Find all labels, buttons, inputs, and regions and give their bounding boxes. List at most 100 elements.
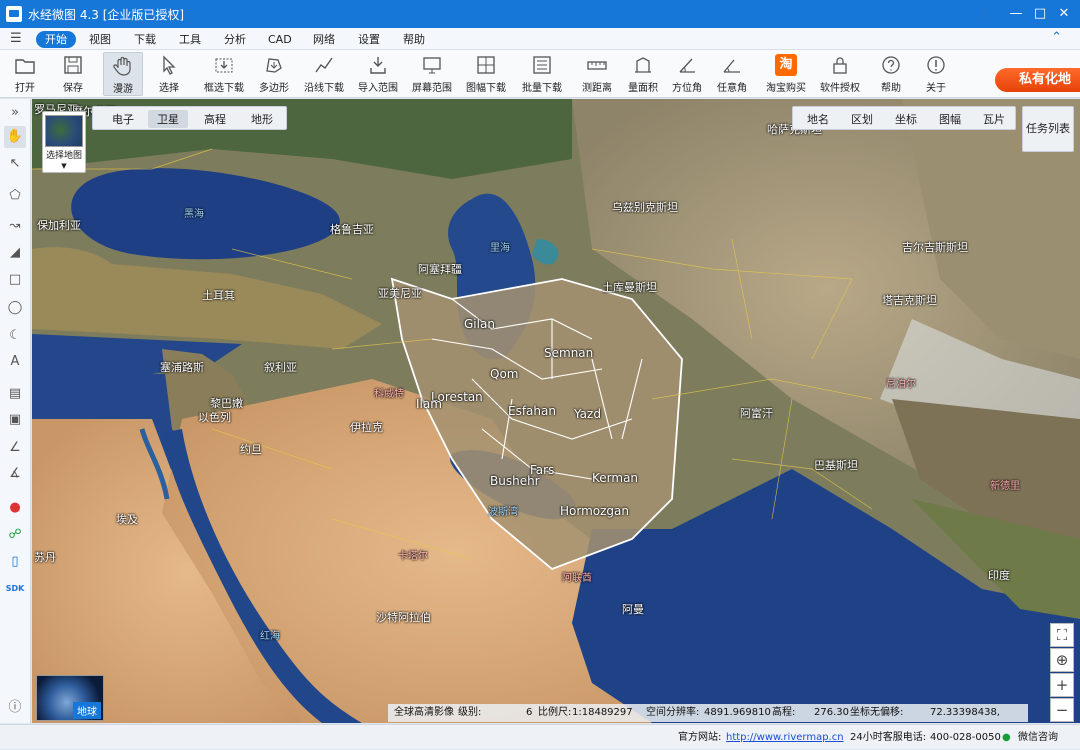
screen-range-button[interactable]: 屏幕范围 <box>410 52 454 96</box>
ruler-tool-icon[interactable]: ▤ <box>4 383 26 405</box>
import-range-button[interactable]: 导入范围 <box>356 52 400 96</box>
area-icon <box>632 54 654 76</box>
overlay-division[interactable]: 区划 <box>851 111 873 127</box>
circle-tool-icon[interactable]: ◯ <box>4 297 26 319</box>
angle-tool-icon[interactable]: ∡ <box>4 463 26 485</box>
maximize-button[interactable]: □ <box>1028 4 1052 24</box>
minimize-button[interactable]: — <box>1004 4 1028 24</box>
maptype-terrain[interactable]: 地形 <box>242 110 282 128</box>
chevron-down-icon: ▼ <box>61 162 67 170</box>
map-label-countries: 塔吉克斯坦 <box>882 294 937 307</box>
map-label-provinces: Kerman <box>592 471 639 485</box>
select-button[interactable]: 选择 <box>155 52 183 96</box>
pan-tool-icon[interactable]: ✋ <box>4 126 26 148</box>
overlay-tile[interactable]: 瓦片 <box>983 111 1005 127</box>
collapse-ribbon-icon[interactable]: ⌃ <box>1051 30 1062 45</box>
measure-area-button[interactable]: 量面积 <box>626 52 660 96</box>
overlay-sheet[interactable]: 图幅 <box>939 111 961 127</box>
floppy-icon <box>62 54 84 76</box>
map-label-countries: 沙特阿拉伯 <box>376 611 431 624</box>
brand-icon[interactable]: ● <box>4 497 26 519</box>
menu-network[interactable]: 网络 <box>304 31 344 48</box>
ribbon-toolbar: 打开 保存 漫游 选择 框选下载 多边形 沿线下载 导入范围 屏幕范围 图幅下载… <box>0 50 1080 98</box>
map-label-countries: 阿塞拜疆 <box>418 263 462 276</box>
batch-icon <box>531 54 553 76</box>
phone-icon[interactable]: ▯ <box>4 551 26 573</box>
user-icon[interactable]: 👤 <box>974 4 998 24</box>
taobao-buy-button[interactable]: 淘 淘宝购买 <box>764 52 808 96</box>
zoom-out-button[interactable]: − <box>1050 698 1074 722</box>
license-button[interactable]: 软件授权 <box>818 52 862 96</box>
map-label-countries: 阿联酋 <box>562 573 592 584</box>
close-button[interactable]: ✕ <box>1052 4 1076 24</box>
map-label-provinces: Ilam <box>416 397 442 411</box>
maptype-vector[interactable]: 电子 <box>103 110 143 128</box>
menu-bar: ☰ 开始 视图 下载 工具 分析 CAD 网络 设置 帮助 ⌃ <box>0 28 1080 50</box>
map-view[interactable]: 罗马尼亚摩尔多瓦乌克兰哈萨克斯坦保加利亚格鲁吉亚阿塞拜疆亚美尼亚土耳其土库曼斯坦… <box>32 99 1080 723</box>
about-button[interactable]: 关于 <box>921 52 951 96</box>
azimuth-tool-icon[interactable]: ∠ <box>4 437 26 459</box>
globe-view-button[interactable]: 地球 <box>36 675 104 721</box>
select-map-thumbnail[interactable]: 选择地图 ▼ <box>42 111 86 173</box>
fullscreen-icon[interactable]: ⛶ <box>1050 623 1074 647</box>
save-button[interactable]: 保存 <box>57 52 89 96</box>
sheet-download-button[interactable]: 图幅下载 <box>464 52 508 96</box>
website-link[interactable]: http://www.rivermap.cn <box>726 732 844 743</box>
map-label-seas: 里海 <box>490 243 510 254</box>
wechat-icon: ● <box>1002 732 1011 743</box>
menu-help[interactable]: 帮助 <box>394 31 434 48</box>
map-label-countries: 约旦 <box>240 443 262 456</box>
line-download-button[interactable]: 沿线下载 <box>302 52 346 96</box>
menu-cad[interactable]: CAD <box>259 31 301 48</box>
menu-analysis[interactable]: 分析 <box>215 31 255 48</box>
polyline-icon <box>313 54 335 76</box>
map-label-countries: 印度 <box>988 569 1010 582</box>
polygon-button[interactable]: 多边形 <box>257 52 291 96</box>
area-tool-icon[interactable]: ◢ <box>4 242 26 264</box>
menu-view[interactable]: 视图 <box>80 31 120 48</box>
open-button[interactable]: 打开 <box>10 52 40 96</box>
menu-download[interactable]: 下载 <box>125 31 165 48</box>
overlay-placename[interactable]: 地名 <box>807 111 829 127</box>
map-label-countries: 保加利亚 <box>37 219 81 232</box>
measure-distance-button[interactable]: 测距离 <box>580 52 614 96</box>
text-tool-icon[interactable]: A <box>4 351 26 373</box>
rectangle-tool-icon[interactable]: □ <box>4 269 26 291</box>
wechat-consult-link[interactable]: 微信咨询 <box>1018 725 1058 750</box>
help-circle-icon[interactable]: ⓘ <box>4 697 26 719</box>
info-icon <box>925 54 947 76</box>
menu-tools[interactable]: 工具 <box>170 31 210 48</box>
link-icon[interactable]: ☍ <box>4 524 26 546</box>
box-download-icon <box>213 54 235 76</box>
overlay-coordinate[interactable]: 坐标 <box>895 111 917 127</box>
select-tool-icon[interactable]: ↖ <box>4 153 26 175</box>
box-download-button[interactable]: 框选下载 <box>202 52 246 96</box>
moon-tool-icon[interactable]: ☾ <box>4 325 26 347</box>
help-button[interactable]: 帮助 <box>876 52 906 96</box>
batch-download-button[interactable]: 批量下载 <box>520 52 564 96</box>
map-label-countries: 尼泊尔 <box>886 379 916 390</box>
zoom-in-button[interactable]: + <box>1050 673 1074 697</box>
import-icon <box>367 54 389 76</box>
task-list-button[interactable]: 任务列表 <box>1022 106 1074 152</box>
menu-start[interactable]: 开始 <box>36 31 76 48</box>
maptype-satellite[interactable]: 卫星 <box>148 110 188 128</box>
sdk-icon[interactable]: SDK <box>4 578 26 600</box>
angle-icon <box>721 54 743 76</box>
expand-icon[interactable]: » <box>4 102 26 124</box>
hamburger-icon[interactable]: ☰ <box>10 31 22 46</box>
pan-button[interactable]: 漫游 <box>103 52 143 96</box>
map-label-countries: 苏丹 <box>34 551 56 564</box>
area-measure-icon[interactable]: ▣ <box>4 409 26 431</box>
map-label-countries: 叙利亚 <box>264 361 297 374</box>
menu-settings[interactable]: 设置 <box>349 31 389 48</box>
maptype-elevation[interactable]: 高程 <box>195 110 235 128</box>
map-label-provinces: Hormozgan <box>560 504 629 518</box>
private-deploy-button[interactable]: 私有化地 <box>995 68 1080 92</box>
any-angle-button[interactable]: 任意角 <box>715 52 749 96</box>
polygon-tool-icon[interactable]: ⬠ <box>4 185 26 207</box>
azimuth-button[interactable]: 方位角 <box>670 52 704 96</box>
line-tool-icon[interactable]: ↝ <box>4 215 26 237</box>
map-label-countries: 巴基斯坦 <box>814 459 858 472</box>
locate-icon[interactable]: ⊕ <box>1050 648 1074 672</box>
